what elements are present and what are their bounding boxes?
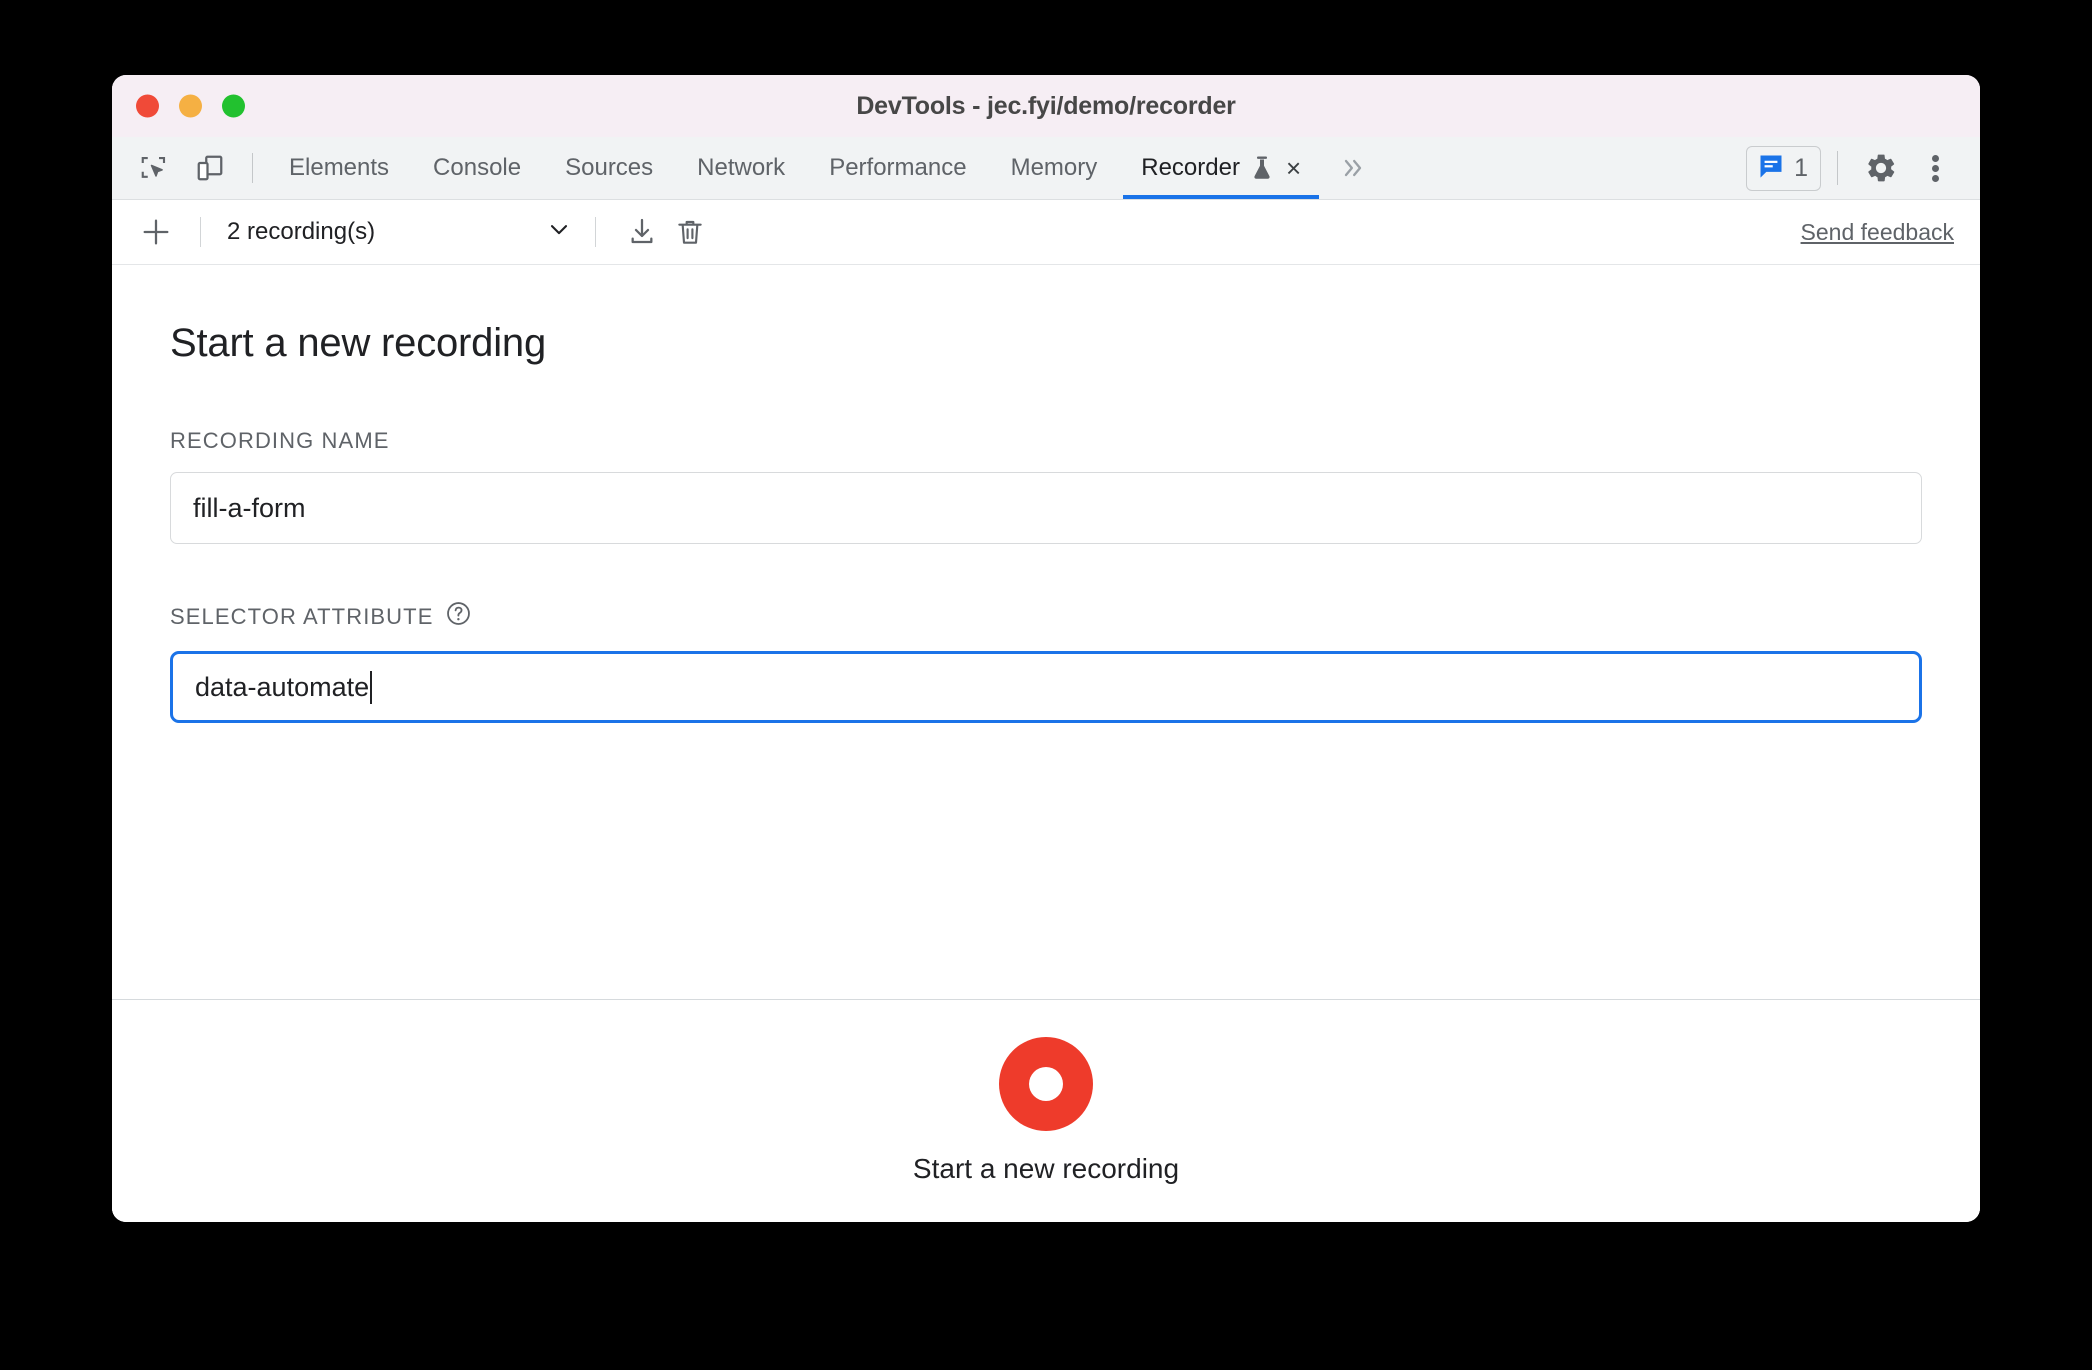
help-circle-icon[interactable] [445,600,472,633]
add-recording-button[interactable] [134,210,178,254]
more-tabs-icon[interactable] [1323,137,1383,199]
selector-attribute-label: SELECTOR ATTRIBUTE [170,600,1922,633]
selector-attribute-field-group: SELECTOR ATTRIBUTE data-automate [170,600,1922,723]
tab-label: Network [697,154,786,181]
console-messages-badge[interactable]: 1 [1746,145,1821,191]
send-feedback-link[interactable]: Send feedback [1801,219,1954,246]
traffic-lights [136,94,245,118]
record-circle-icon[interactable] [999,1037,1093,1131]
message-count: 1 [1794,153,1808,182]
tab-label: Performance [829,154,967,181]
trash-icon[interactable] [666,208,714,256]
devtools-tabbar: Elements Console Sources Network Perform… [112,137,1980,200]
recorder-footer: Start a new recording [112,999,1980,1222]
inspect-element-icon[interactable] [126,137,182,199]
recording-name-field-group: RECORDING NAME fill-a-form [170,428,1922,544]
tabbar-actions: 1 [1746,137,1980,199]
recording-name-input[interactable]: fill-a-form [170,472,1922,544]
recorder-toolbar: 2 recording(s) Send feedback [112,200,1980,265]
tab-label: Console [433,154,522,181]
toolbar-divider-1 [200,217,201,247]
page-title: Start a new recording [170,321,546,365]
text-cursor [370,670,373,704]
window-titlebar: DevTools - jec.fyi/demo/recorder [112,75,1980,137]
field-label-text: RECORDING NAME [170,428,390,453]
tab-label: Elements [289,154,390,181]
devtools-window: DevTools - jec.fyi/demo/recorder Element… [112,75,1980,1222]
recordings-select[interactable]: 2 recording(s) [223,215,573,250]
actions-divider [1837,151,1838,185]
tab-performance[interactable]: Performance [807,137,988,199]
download-icon[interactable] [618,208,666,256]
gear-icon[interactable] [1854,141,1908,195]
tab-console[interactable]: Console [411,137,543,199]
recording-name-value: fill-a-form [193,492,306,523]
toolbar-divider-2 [595,217,596,247]
tab-elements[interactable]: Elements [267,137,411,199]
close-window-button[interactable] [136,94,159,118]
chevron-down-icon [545,215,573,250]
minimize-window-button[interactable] [179,94,202,118]
kebab-menu-icon[interactable] [1908,141,1962,195]
tabbar-divider [252,153,253,183]
message-icon [1757,152,1785,185]
tab-label: Memory [1010,154,1098,181]
tab-sources[interactable]: Sources [543,137,675,199]
field-label-text: SELECTOR ATTRIBUTE [170,603,434,629]
tab-recorder[interactable]: Recorder × [1119,137,1323,199]
selector-attribute-input[interactable]: data-automate [170,651,1922,723]
tab-network[interactable]: Network [675,137,807,199]
tab-label: Sources [565,154,654,181]
recording-name-label: RECORDING NAME [170,428,1922,454]
record-inner-dot [1029,1067,1063,1101]
start-recording-button[interactable]: Start a new recording [913,1153,1179,1185]
window-title: DevTools - jec.fyi/demo/recorder [856,91,1236,120]
panel-tabs: Elements Console Sources Network Perform… [267,137,1323,199]
close-tab-icon[interactable]: × [1286,155,1301,181]
maximize-window-button[interactable] [222,94,245,118]
selector-attribute-value: data-automate [195,671,370,702]
device-toolbar-icon[interactable] [182,137,238,199]
recordings-select-value: 2 recording(s) [227,218,376,245]
tab-memory[interactable]: Memory [989,137,1120,199]
experimental-flask-icon [1250,155,1274,181]
recorder-main-content: Start a new recording RECORDING NAME fil… [112,265,1980,1222]
tab-label: Recorder [1141,154,1240,181]
